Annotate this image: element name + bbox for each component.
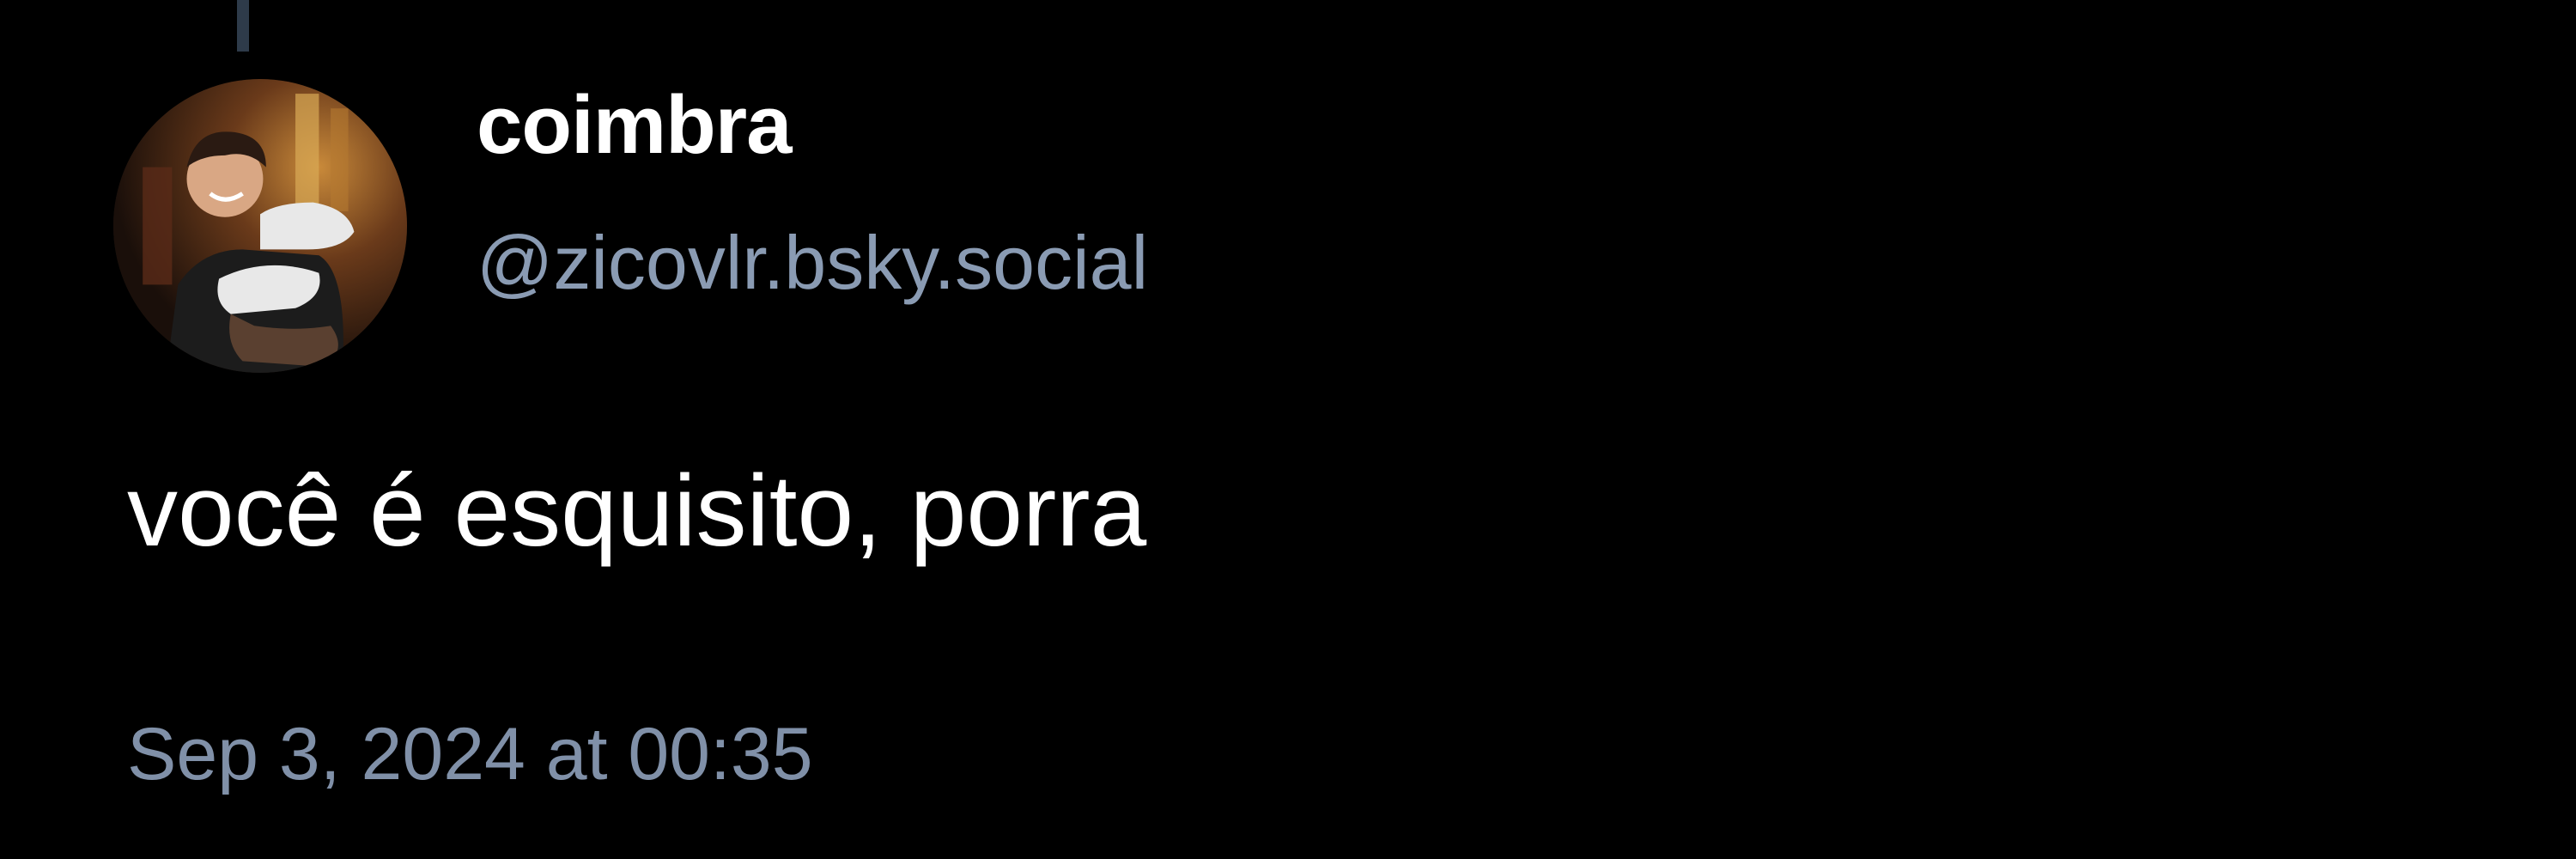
thread-connector-line	[237, 0, 249, 52]
post-timestamp[interactable]: Sep 3, 2024 at 00:35	[127, 717, 813, 791]
author-display-name[interactable]: coimbra	[477, 84, 792, 167]
avatar-photo-icon	[113, 79, 407, 373]
author-handle[interactable]: @zicovlr.bsky.social	[477, 225, 1148, 301]
author-avatar[interactable]	[113, 79, 407, 373]
post-body-text: você é esquisito, porra	[127, 454, 1147, 568]
